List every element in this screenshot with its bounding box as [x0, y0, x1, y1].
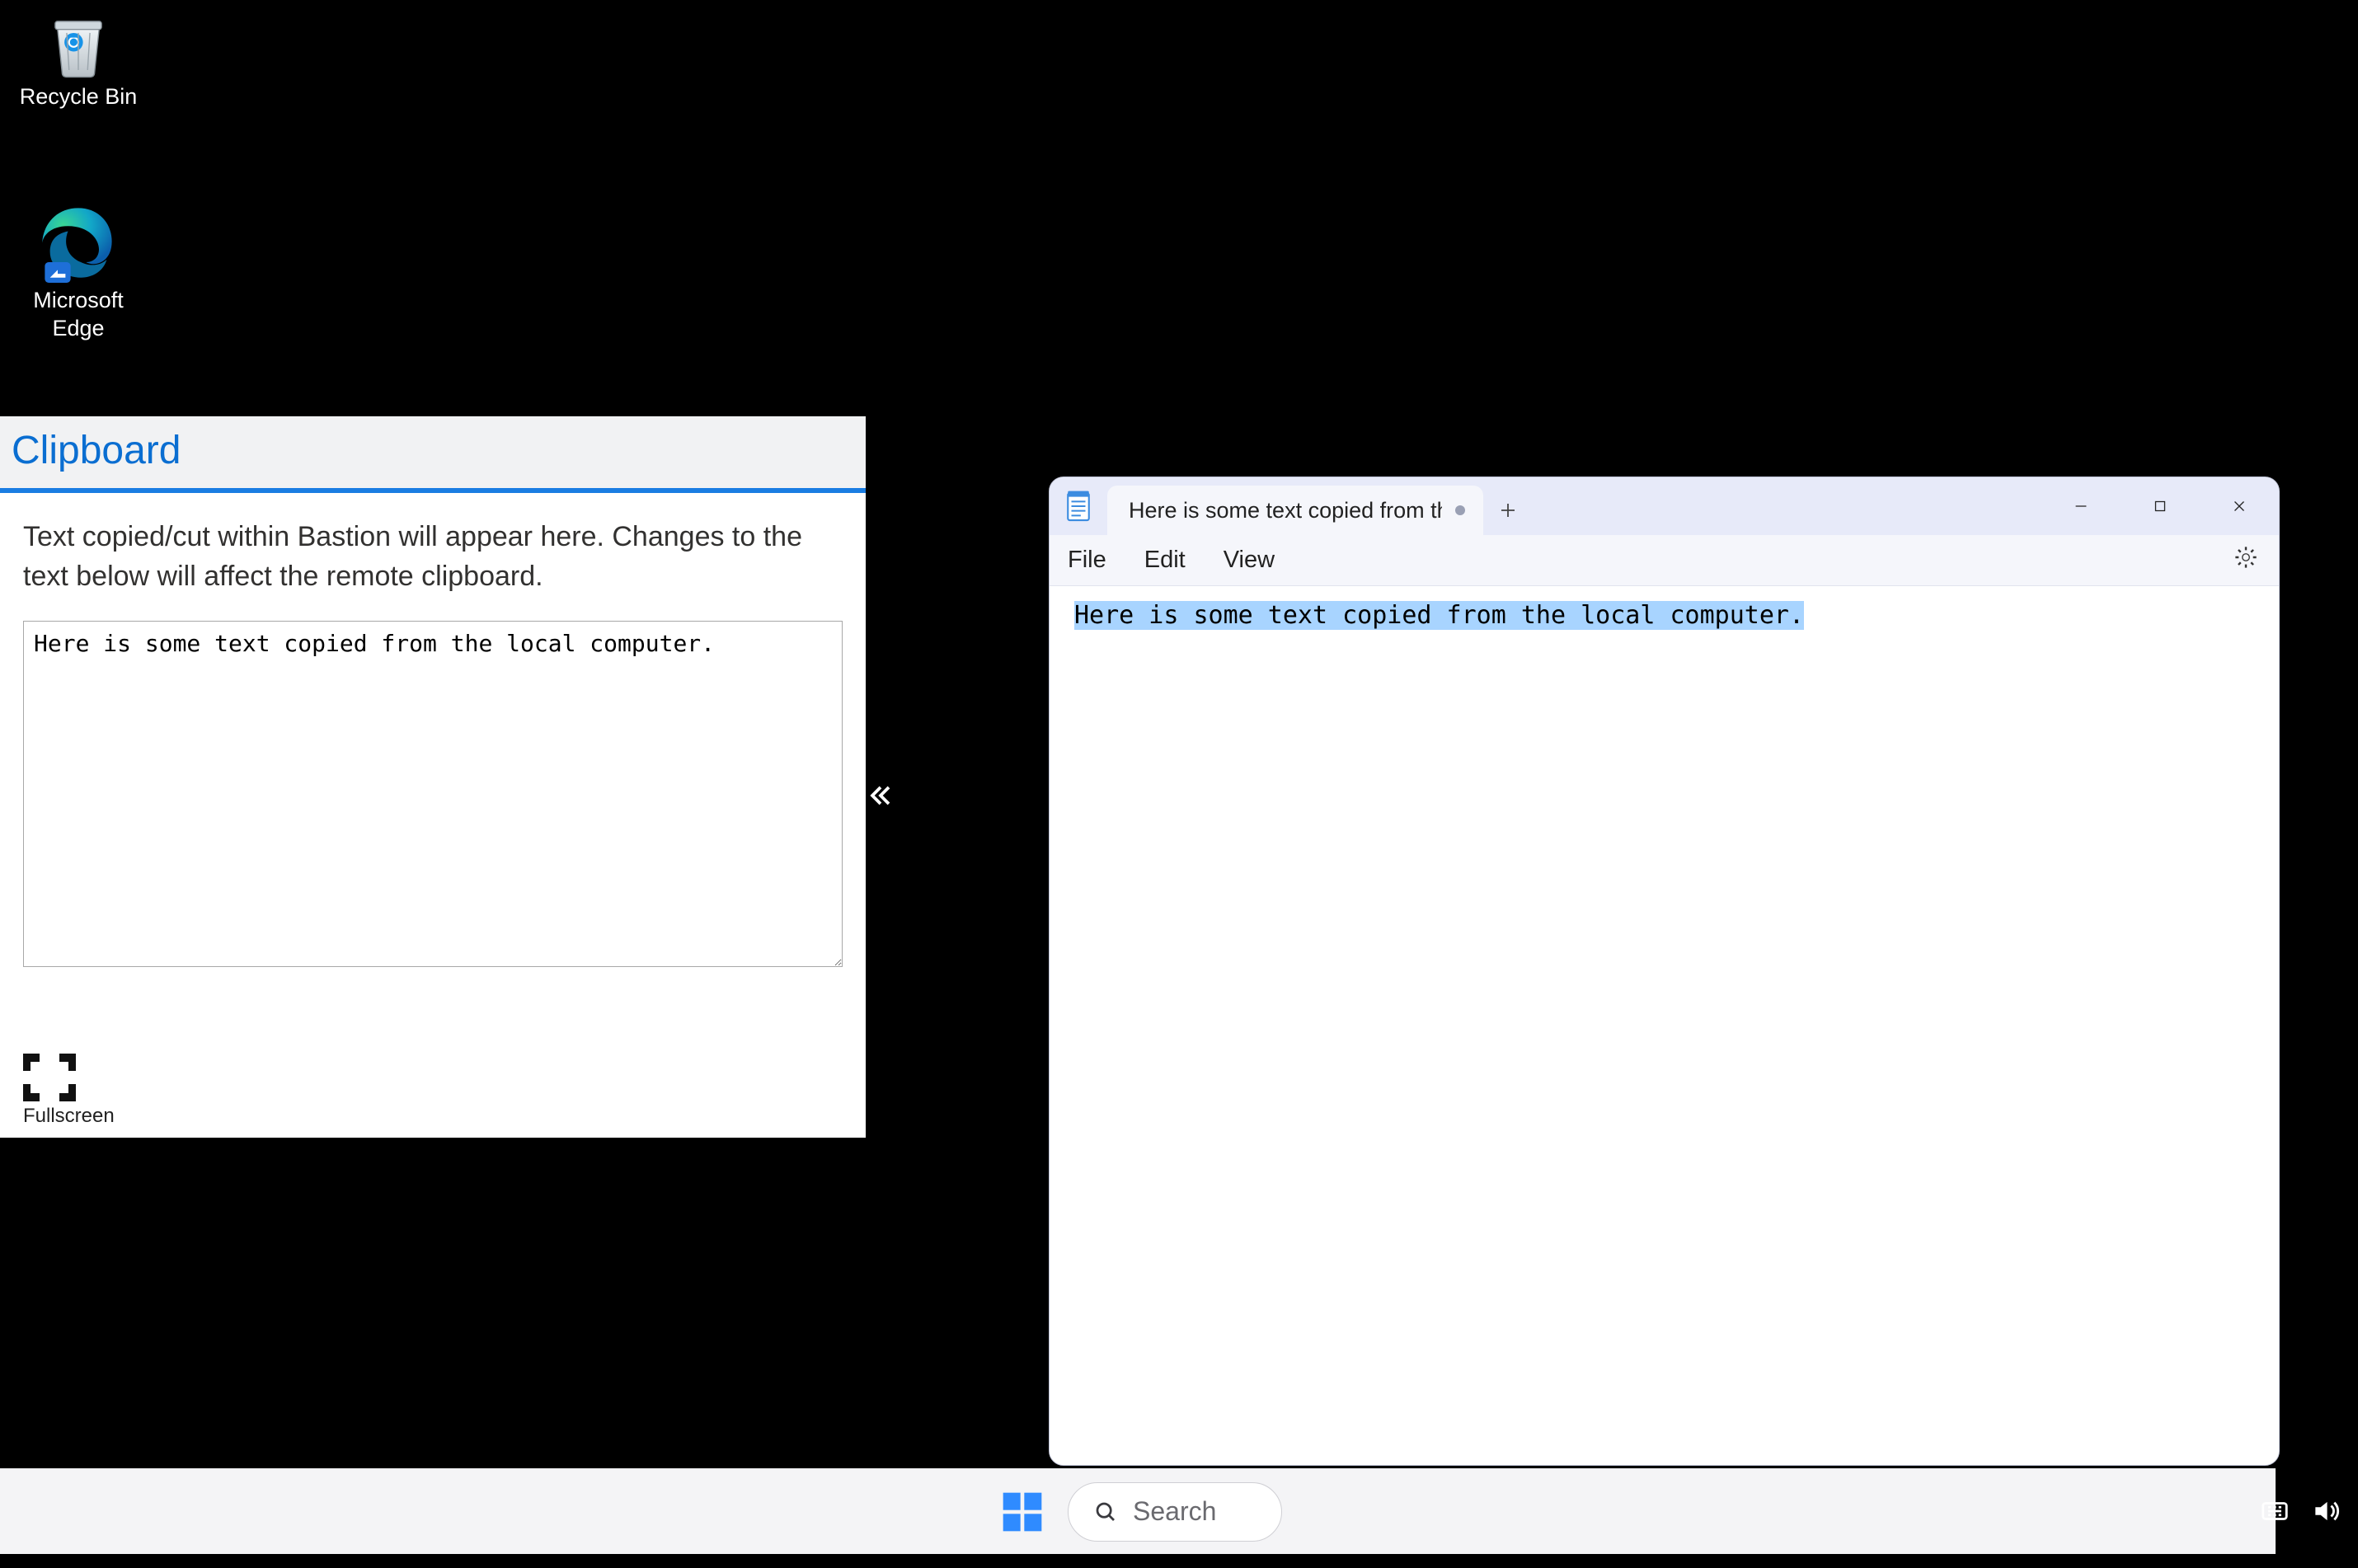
notepad-settings-button[interactable]	[2233, 544, 2259, 577]
menu-edit[interactable]: Edit	[1144, 547, 1186, 574]
window-close-button[interactable]	[2200, 477, 2279, 535]
taskbar-search-placeholder: Search	[1133, 1496, 1216, 1527]
chevron-left-double-icon	[868, 783, 893, 808]
search-icon	[1093, 1500, 1118, 1524]
taskbar-search[interactable]: Search	[1068, 1482, 1282, 1542]
windows-start-icon	[999, 1489, 1045, 1535]
fullscreen-button[interactable]: Fullscreen	[23, 1054, 115, 1128]
close-icon	[2230, 497, 2248, 515]
tray-input-indicator[interactable]	[2256, 1492, 2294, 1530]
start-button[interactable]	[993, 1483, 1051, 1541]
keyboard-layout-icon	[2259, 1495, 2290, 1527]
notepad-app-icon	[1050, 477, 1107, 535]
selected-text: Here is some text copied from the local …	[1074, 601, 1804, 630]
notepad-text-area[interactable]: Here is some text copied from the local …	[1050, 586, 2279, 1465]
notepad-tab[interactable]: Here is some text copied from the l	[1107, 486, 1483, 535]
bastion-clipboard-panel: Clipboard Text copied/cut within Bastion…	[0, 416, 866, 1138]
desktop-icon-recycle-bin[interactable]: Recycle Bin	[8, 5, 148, 111]
desktop-icon-label: Recycle Bin	[8, 83, 148, 111]
maximize-icon	[2151, 497, 2169, 515]
notepad-menubar: File Edit View	[1050, 535, 2279, 586]
unsaved-indicator-icon	[1455, 505, 1465, 515]
window-maximize-button[interactable]	[2121, 477, 2200, 535]
system-tray	[2243, 1468, 2358, 1554]
panel-collapse-handle[interactable]	[866, 771, 895, 820]
notepad-titlebar[interactable]: Here is some text copied from the l	[1050, 477, 2279, 535]
menu-file[interactable]: File	[1068, 547, 1106, 574]
notepad-window: Here is some text copied from the l File…	[1049, 477, 2280, 1466]
notepad-new-tab-button[interactable]	[1483, 486, 1533, 535]
fullscreen-label: Fullscreen	[23, 1105, 115, 1127]
speaker-icon	[2310, 1495, 2342, 1527]
menu-view[interactable]: View	[1224, 547, 1275, 574]
desktop-icon-label: Microsoft Edge	[8, 287, 148, 343]
minimize-icon	[2072, 497, 2090, 515]
gear-icon	[2233, 544, 2259, 570]
edge-icon	[8, 196, 148, 287]
clipboard-textarea[interactable]	[23, 621, 843, 967]
recycle-bin-icon	[8, 5, 148, 83]
plus-icon	[1498, 500, 1518, 520]
window-minimize-button[interactable]	[2041, 477, 2121, 535]
tray-volume[interactable]	[2307, 1492, 2345, 1530]
clipboard-panel-title: Clipboard	[0, 416, 866, 493]
notepad-tab-title: Here is some text copied from the l	[1129, 498, 1442, 523]
desktop-icon-microsoft-edge[interactable]: Microsoft Edge	[8, 196, 148, 343]
fullscreen-icon	[23, 1054, 76, 1101]
taskbar: Search	[0, 1468, 2276, 1554]
clipboard-panel-description: Text copied/cut within Bastion will appe…	[0, 493, 866, 613]
